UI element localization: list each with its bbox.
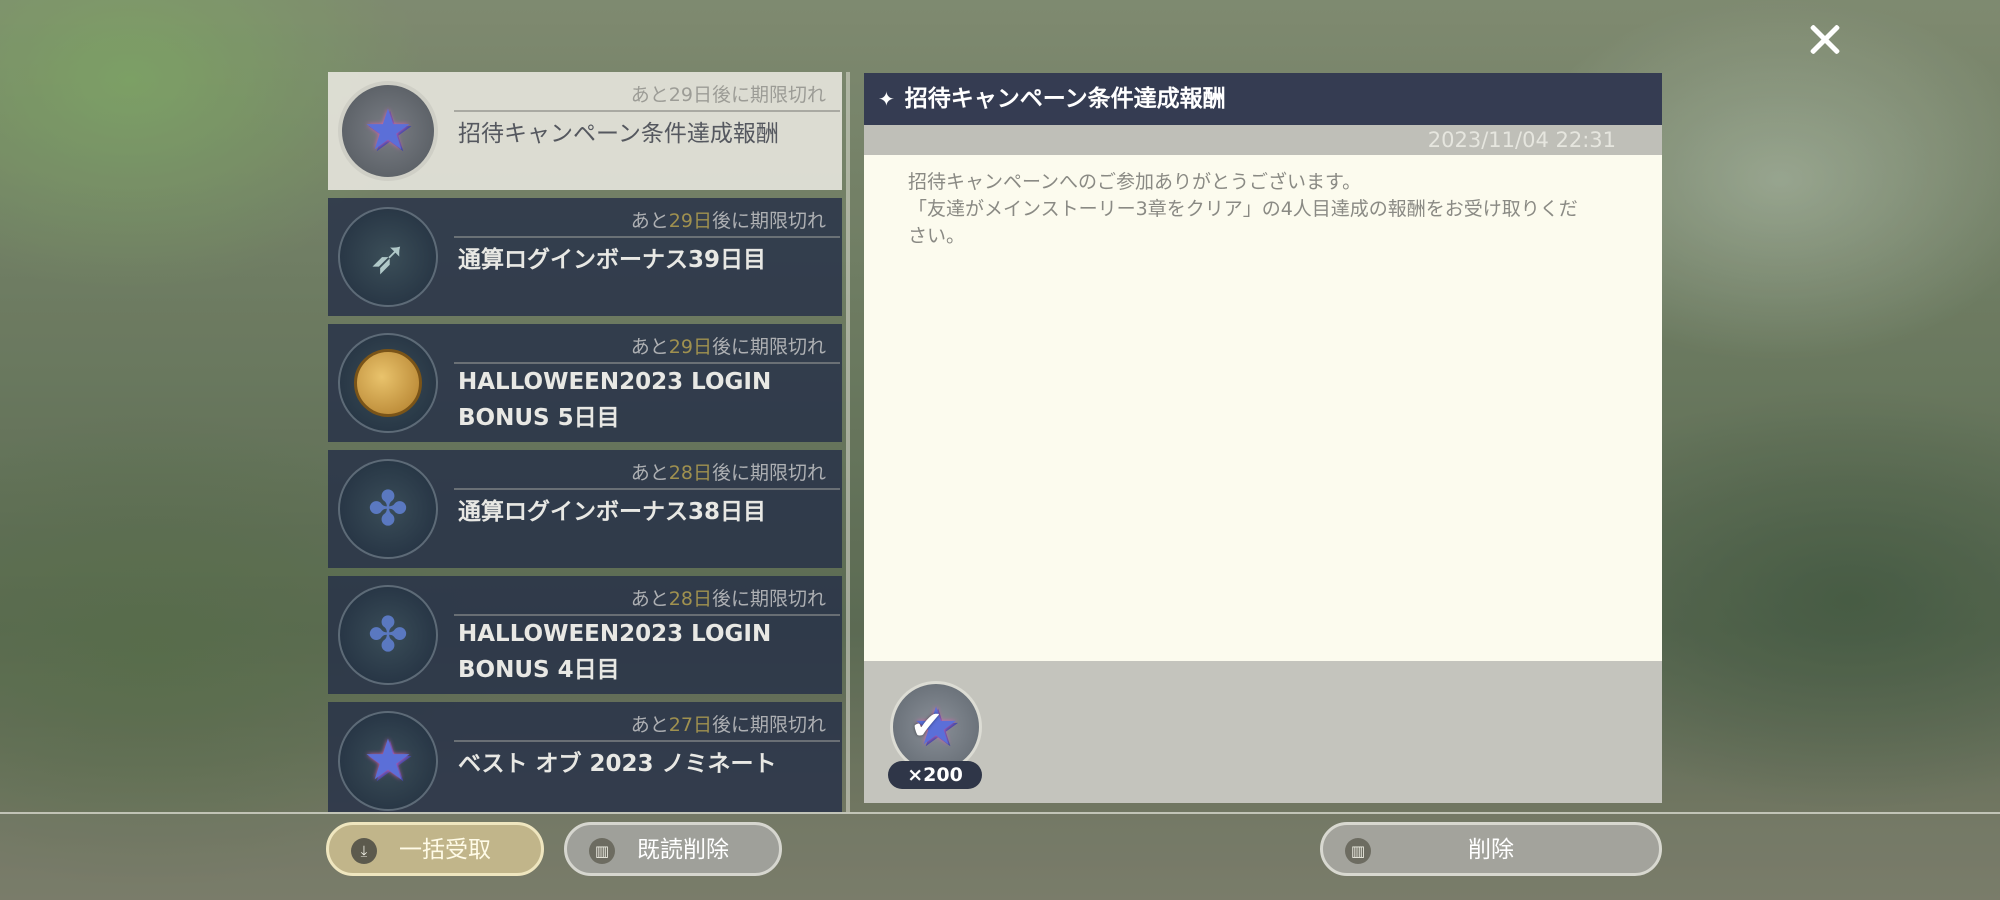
mail-title: ベスト オブ 2023 ノミネート <box>458 751 777 777</box>
mail-item[interactable]: ★ あと29日後に期限切れ 招待キャンペーン条件達成報酬 <box>328 72 842 190</box>
mail-item[interactable]: ✤ あと28日後に期限切れ HALLOWEEN2023 LOGIN BONUS 4… <box>328 576 842 694</box>
check-icon: ✔ <box>910 703 944 749</box>
divider <box>454 110 840 112</box>
detail-body: 招待キャンペーンへのご参加ありがとうございます。 「友達がメインストーリー3章を… <box>864 155 1662 661</box>
expiry-text: あと27日後に期限切れ <box>630 714 826 736</box>
delete-read-button[interactable]: ▥ 既読削除 <box>564 822 782 876</box>
mail-thumbnail: ★ <box>338 711 438 811</box>
sparkle-icon: ✦ <box>878 87 895 111</box>
mail-title: HALLOWEEN2023 LOGIN BONUS 5日目 <box>458 369 772 431</box>
mail-title: 通算ログインボーナス39日目 <box>458 247 767 273</box>
mail-thumbnail: ✤ <box>338 585 438 685</box>
scrollbar[interactable] <box>846 72 850 812</box>
expiry-text: あと28日後に期限切れ <box>630 588 826 610</box>
detail-message: 招待キャンペーンへのご参加ありがとうございます。 「友達がメインストーリー3章を… <box>908 171 1578 247</box>
reward-area: ★ ✔ ×200 <box>864 661 1662 803</box>
trash-icon: ▥ <box>589 838 615 864</box>
mail-item[interactable]: ➶ あと29日後に期限切れ 通算ログインボーナス39日目 <box>328 198 842 316</box>
delete-read-label: 既読削除 <box>637 837 729 863</box>
detail-title: 招待キャンペーン条件達成報酬 <box>904 86 1226 112</box>
mail-thumbnail: ✤ <box>338 459 438 559</box>
mail-list[interactable]: ★ あと29日後に期限切れ 招待キャンペーン条件達成報酬 ➶ あと29日後に期限… <box>328 72 844 812</box>
reward-quantity: ×200 <box>888 761 982 789</box>
mail-detail-panel: ✦ 招待キャンペーン条件達成報酬 2023/11/04 22:31 招待キャンペー… <box>864 73 1662 803</box>
mail-title: HALLOWEEN2023 LOGIN BONUS 4日目 <box>458 621 772 683</box>
candy-icon: ✤ <box>367 481 409 537</box>
expiry-text: あと29日後に期限切れ <box>630 336 826 358</box>
mail-item[interactable]: あと29日後に期限切れ HALLOWEEN2023 LOGIN BONUS 5日目 <box>328 324 842 442</box>
receive-all-button[interactable]: ⤓ 一括受取 <box>326 822 544 876</box>
candy-icon: ✤ <box>367 607 409 663</box>
reward-item[interactable]: ★ ✔ ×200 <box>886 681 986 791</box>
mail-thumbnail: ★ <box>338 81 438 181</box>
feather-icon: ➶ <box>368 230 408 284</box>
divider <box>454 488 840 490</box>
mail-title: 通算ログインボーナス38日目 <box>458 499 767 525</box>
mail-thumbnail: ➶ <box>338 207 438 307</box>
mail-title: 招待キャンペーン条件達成報酬 <box>458 121 779 147</box>
mail-item[interactable]: ★ あと27日後に期限切れ ベスト オブ 2023 ノミネート <box>328 702 842 812</box>
expiry-text: あと28日後に期限切れ <box>630 462 826 484</box>
expiry-text: あと29日後に期限切れ <box>630 210 826 232</box>
mail-item[interactable]: ✤ あと28日後に期限切れ 通算ログインボーナス38日目 <box>328 450 842 568</box>
delete-button[interactable]: ▥ 削除 <box>1320 822 1662 876</box>
mail-thumbnail <box>338 333 438 433</box>
bottom-bar <box>0 814 2000 900</box>
expiry-text: あと29日後に期限切れ <box>630 84 826 106</box>
detail-header: ✦ 招待キャンペーン条件達成報酬 <box>864 73 1662 125</box>
coin-icon <box>354 349 422 417</box>
close-button[interactable] <box>1803 18 1847 62</box>
detail-date: 2023/11/04 22:31 <box>864 125 1662 155</box>
star-icon: ★ <box>362 728 414 793</box>
star-icon: ★ <box>362 98 414 163</box>
delete-label: 削除 <box>1468 837 1514 863</box>
download-icon: ⤓ <box>351 838 377 864</box>
divider <box>454 236 840 238</box>
receive-all-label: 一括受取 <box>399 837 491 863</box>
divider <box>454 740 840 742</box>
